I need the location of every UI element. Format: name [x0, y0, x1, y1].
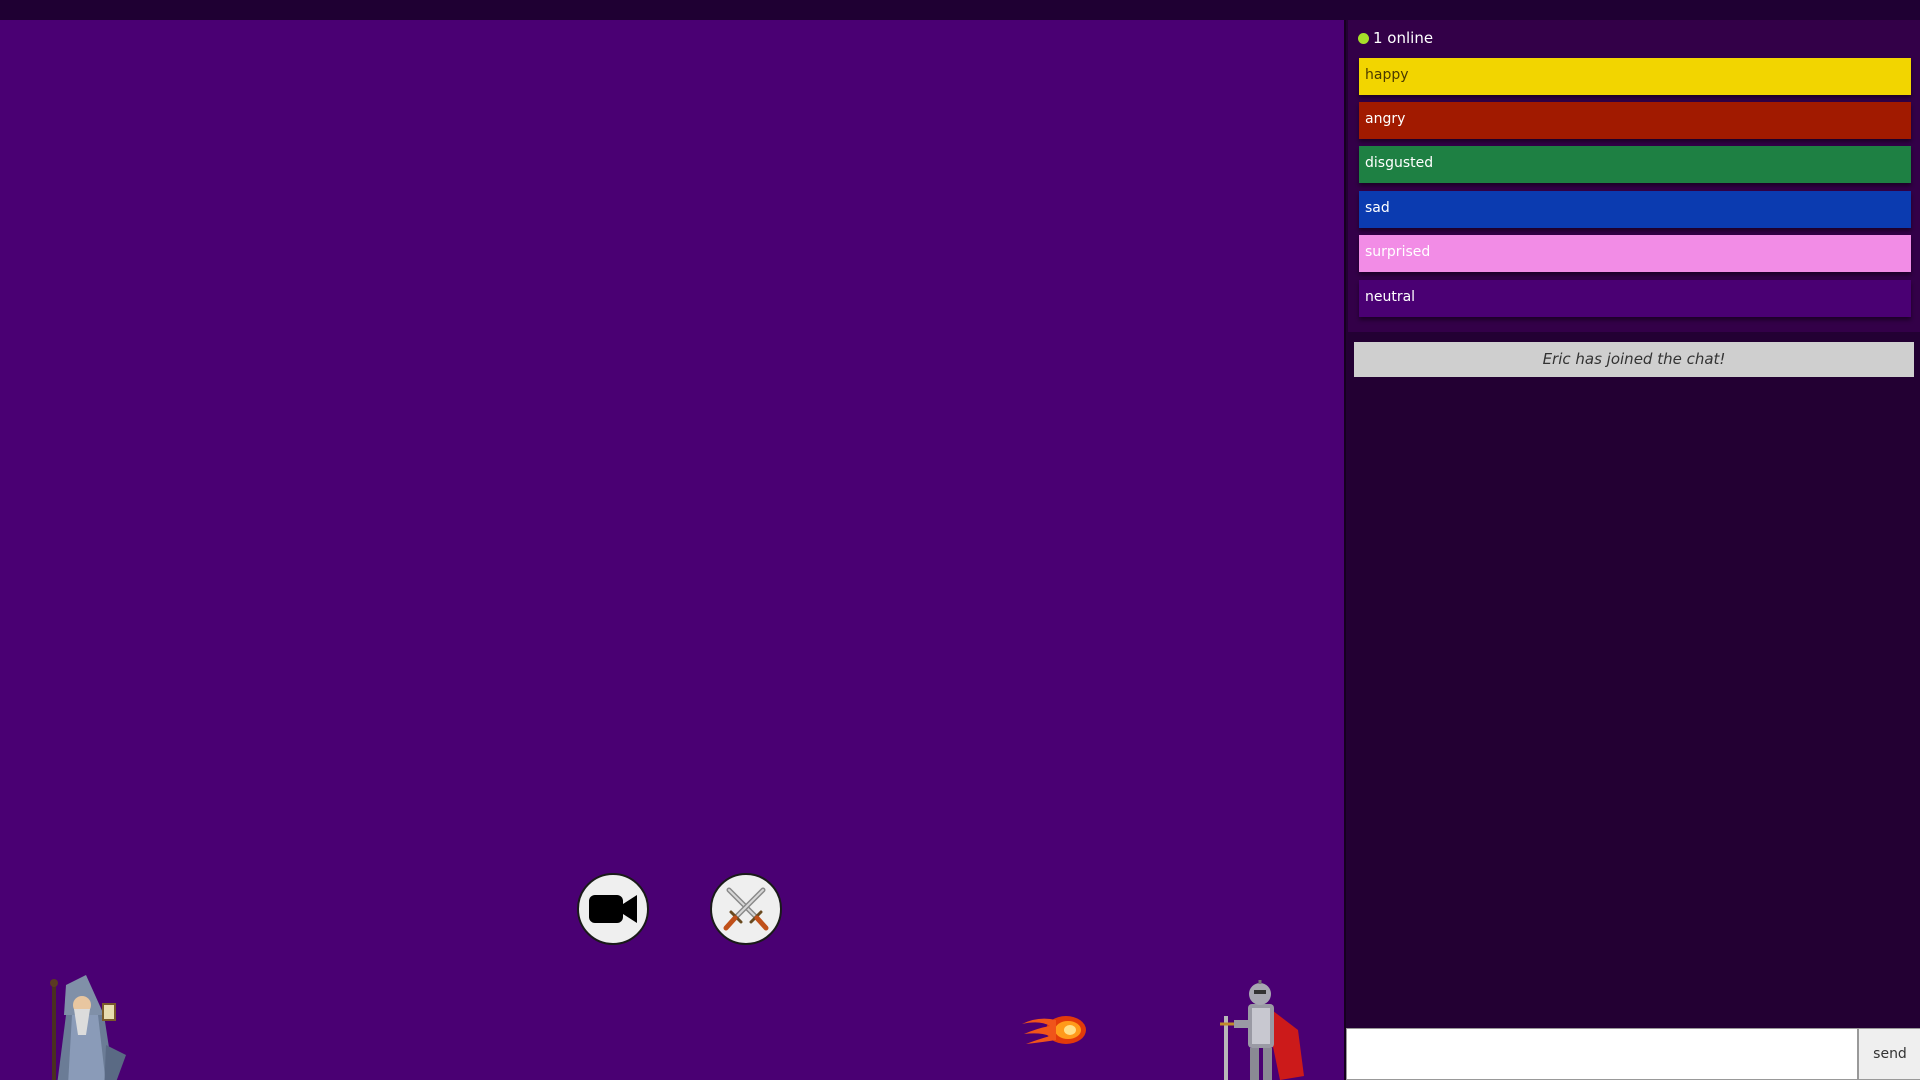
wizard-sprite — [50, 975, 126, 1080]
online-dot-icon — [1358, 32, 1369, 44]
sidebar: 1 online happy angry disgusted sad surpr… — [1344, 20, 1920, 1080]
fireball-sprite — [1022, 1016, 1086, 1044]
video-camera-icon — [589, 895, 637, 923]
game-arena[interactable] — [0, 20, 1344, 1080]
emotion-sad[interactable]: sad — [1359, 191, 1911, 228]
emotion-panel: 1 online happy angry disgusted sad surpr… — [1348, 20, 1920, 332]
send-button[interactable]: send — [1858, 1028, 1920, 1080]
system-message: Eric has joined the chat! — [1354, 342, 1914, 377]
online-status: 1 online — [1358, 29, 1433, 47]
chat-input[interactable] — [1346, 1028, 1858, 1080]
crossed-swords-icon — [723, 887, 769, 931]
top-bar — [0, 0, 1920, 20]
emotion-angry[interactable]: angry — [1359, 102, 1911, 139]
emotion-neutral[interactable]: neutral — [1359, 280, 1911, 317]
battle-button[interactable] — [710, 873, 782, 945]
emotion-happy[interactable]: happy — [1359, 58, 1911, 95]
emotion-surprised[interactable]: surprised — [1359, 235, 1911, 272]
online-count: 1 online — [1373, 29, 1434, 47]
knight-sprite — [1220, 980, 1304, 1080]
video-camera-button[interactable] — [577, 873, 649, 945]
emotion-disgusted[interactable]: disgusted — [1359, 146, 1911, 183]
